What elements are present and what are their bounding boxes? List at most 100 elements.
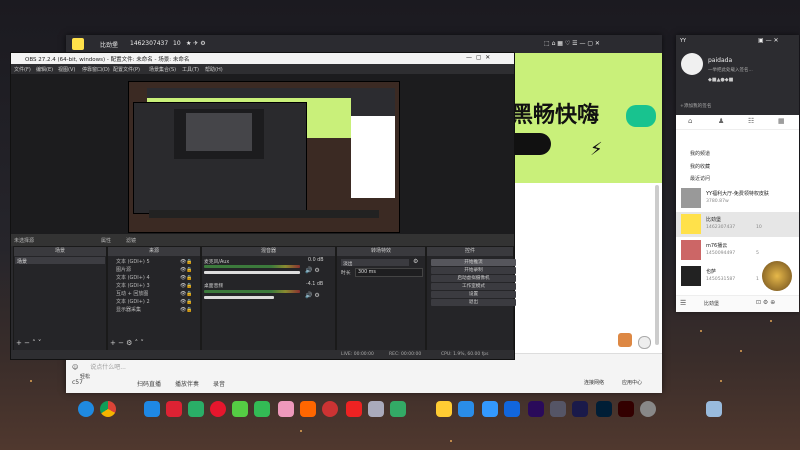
menu-scene-collection[interactable]: 场景集合(S) [149, 66, 176, 73]
app-icon[interactable] [300, 401, 316, 417]
bottom-count: c57 [72, 379, 83, 386]
app-icon[interactable] [322, 401, 338, 417]
game-icon[interactable] [618, 333, 632, 347]
menu-edit[interactable]: 编辑(E) [36, 66, 53, 73]
source-item[interactable]: 文本 (GDI+) 2 [116, 298, 150, 305]
mixer-slider[interactable] [204, 296, 274, 299]
app-icon[interactable] [504, 401, 520, 417]
properties-button[interactable]: 属性 [101, 237, 111, 244]
list-item[interactable]: YY福利大厅-免费领特权皮肤 3780.87w [676, 186, 799, 211]
status-network[interactable]: 连接网络 [584, 379, 604, 386]
illustrator-icon[interactable] [618, 401, 634, 417]
profile-window-controls[interactable]: ▣ — ✕ [758, 37, 779, 44]
apply-center[interactable]: 应用中心 [622, 379, 642, 386]
photoshop-icon[interactable] [596, 401, 612, 417]
grid-tab-icon[interactable]: ▦ [778, 117, 785, 125]
window-controls[interactable]: ⬚ ⌂ ▦ ♡ ☰ — ▢ ✕ [544, 40, 600, 47]
controls-header: 控件 [427, 247, 513, 256]
app-icon[interactable] [346, 401, 362, 417]
star-icon[interactable]: ★ ✈ ⚙ [186, 40, 206, 47]
start-streaming-button[interactable]: 开始推流 [431, 259, 516, 266]
emoji-icon[interactable]: ☺ [72, 364, 78, 371]
channel-count: 10 [173, 40, 181, 47]
start-recording-button[interactable]: 开始录制 [431, 267, 516, 274]
settings-button[interactable]: 设置 [431, 291, 516, 298]
source-item[interactable]: 文本 (GDI+) 3 [116, 282, 150, 289]
bottom-item-2[interactable]: 录音 [213, 379, 225, 388]
speaker-icon[interactable]: 🔊 ⚙ [305, 292, 320, 299]
weibo-icon[interactable] [210, 401, 226, 417]
source-controls[interactable]: + − ⚙ ˄ ˅ [110, 339, 144, 347]
list-item[interactable]: 比劲堡 1462307437 10 [676, 212, 799, 237]
list-item[interactable]: m76播云 1450094497 5 [676, 238, 799, 263]
app-icon[interactable] [640, 401, 656, 417]
source-item[interactable]: 图片源 [116, 266, 131, 273]
menu-recent[interactable]: 最近访问 [690, 175, 710, 182]
home-logo-icon[interactable] [72, 38, 84, 50]
menu-file[interactable]: 文件(F) [14, 66, 31, 73]
app-icon[interactable] [390, 401, 406, 417]
gear-icon[interactable]: ⚙ [413, 258, 418, 265]
app-icon[interactable] [436, 401, 452, 417]
obs-window-controls[interactable]: — ▢ ✕ [466, 54, 490, 61]
chrome-icon[interactable] [100, 401, 116, 417]
source-item[interactable]: 互动 + 回放图 [116, 290, 148, 297]
preview-yy-top [147, 88, 359, 98]
lion-badge-icon[interactable] [762, 261, 792, 291]
edge-icon[interactable] [78, 401, 94, 417]
mixer-meter [204, 290, 300, 293]
sources-header: 来源 [108, 247, 200, 256]
avatar[interactable] [681, 53, 703, 75]
premiere-icon[interactable] [528, 401, 544, 417]
menu-my-channels[interactable]: 我的频道 [690, 150, 710, 157]
menu-tools[interactable]: 工具(T) [182, 66, 199, 73]
source-item[interactable]: 文本 (GDI+) 5 [116, 258, 150, 265]
app-icon[interactable] [458, 401, 474, 417]
app-icon[interactable] [254, 401, 270, 417]
footer-icons[interactable]: ⊡ ⚙ ⊕ [756, 299, 775, 306]
menu-help[interactable]: 帮助(H) [205, 66, 223, 73]
app-icon[interactable] [278, 401, 294, 417]
add-signature-label[interactable]: +添加我的签名 [680, 103, 711, 109]
mixer-slider[interactable] [204, 271, 300, 274]
app-icon[interactable] [550, 401, 566, 417]
wechat-icon[interactable] [188, 401, 204, 417]
studio-mode-button[interactable]: 工作室模式 [431, 283, 516, 290]
obs-docks: 场景 场景 + − ˄ ˅ 来源 文本 (GDI+) 5 图片源 文本 (GDI… [11, 246, 516, 359]
scene-item[interactable]: 场景 [15, 257, 105, 265]
menu-docks[interactable]: 停靠窗口(D) [82, 66, 110, 73]
user-name: 比劲堡 [706, 217, 722, 223]
bottom-item-1[interactable]: 播放伴奏 [175, 379, 199, 388]
filters-button[interactable]: 滤镜 [126, 237, 136, 244]
chat-input[interactable]: ☺ 说点什么吧... [72, 362, 126, 371]
group-tab-icon[interactable]: ☷ [748, 117, 754, 125]
menu-favorites[interactable]: 我的收藏 [690, 163, 710, 170]
scene-controls[interactable]: + − ˄ ˅ [16, 339, 41, 347]
duration-input[interactable]: 300 ms [355, 268, 423, 277]
menu-icon[interactable]: ☰ [680, 299, 686, 307]
bottom-item-0[interactable]: 扫码直播 [137, 379, 161, 388]
obs-menu-bar: 文件(F) 编辑(E) 视图(V) 停靠窗口(D) 配置文件(P) 场景集合(S… [11, 64, 514, 74]
app-icon[interactable] [166, 401, 182, 417]
home-tab-icon[interactable]: ⌂ [688, 117, 692, 125]
scrollbar[interactable] [655, 185, 659, 345]
app-icon[interactable] [368, 401, 384, 417]
user-tab-icon[interactable]: ♟ [718, 117, 724, 125]
eye-lock-icons[interactable]: 👁🔒 👁🔒 👁🔒 👁🔒 👁🔒 👁🔒 👁🔒 [180, 258, 193, 314]
menu-profile[interactable]: 配置文件(P) [113, 66, 140, 73]
recycle-bin-icon[interactable] [706, 401, 722, 417]
source-item[interactable]: 显示器采集 [116, 306, 141, 313]
menu-view[interactable]: 视图(V) [58, 66, 75, 73]
transition-select[interactable]: 淡出 [341, 259, 409, 267]
exit-button[interactable]: 退出 [431, 299, 516, 306]
mixer-track-db: -4.1 dB [306, 282, 324, 287]
after-effects-icon[interactable] [572, 401, 588, 417]
app-icon[interactable] [232, 401, 248, 417]
source-item[interactable]: 文本 (GDI+) 4 [116, 274, 150, 281]
app-icon[interactable] [482, 401, 498, 417]
speaker-icon[interactable]: 🔊 ⚙ [305, 267, 320, 274]
gift-icon[interactable] [638, 336, 651, 349]
app-icon[interactable] [144, 401, 160, 417]
obs-preview[interactable] [11, 74, 514, 234]
virtual-camera-button[interactable]: 启动虚拟摄像机 [431, 275, 516, 282]
